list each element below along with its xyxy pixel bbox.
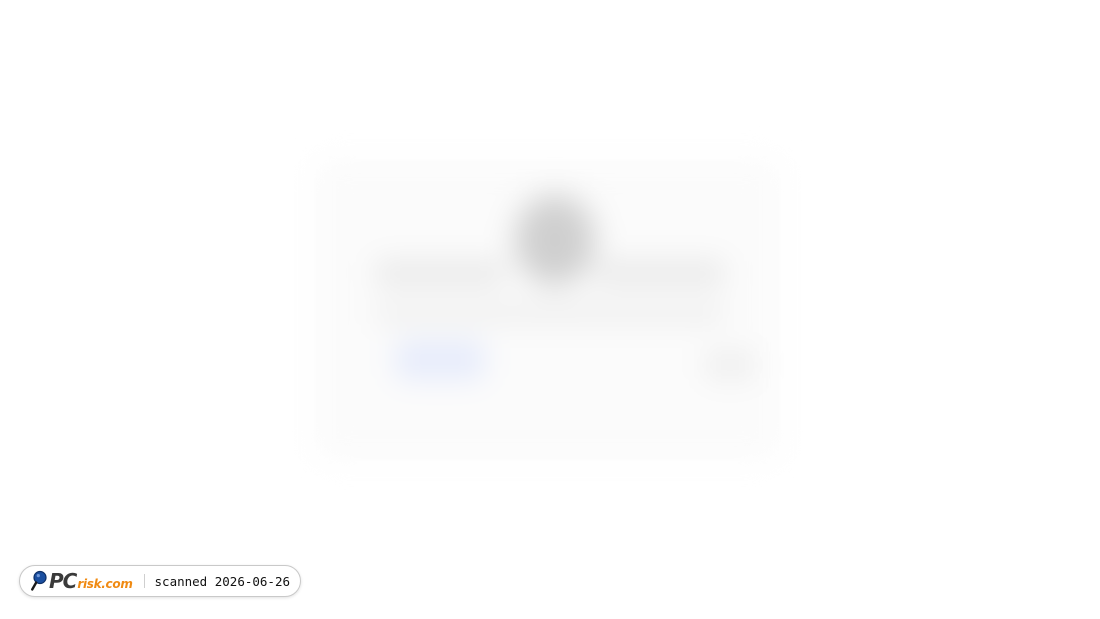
scan-badge: PC risk.com scanned 2026-06-26 bbox=[19, 565, 301, 597]
pcrisk-logo: PC risk.com bbox=[30, 567, 133, 595]
blurred-avatar bbox=[515, 195, 595, 285]
blurred-button bbox=[705, 350, 755, 380]
logo-text-domain: risk.com bbox=[77, 577, 133, 591]
blurred-button bbox=[395, 340, 485, 380]
blurred-text-line bbox=[375, 300, 725, 326]
blurred-text-line bbox=[375, 260, 505, 286]
blurred-text-line bbox=[595, 260, 725, 286]
magnifier-icon bbox=[31, 570, 47, 591]
page-background: PC risk.com scanned 2026-06-26 bbox=[0, 0, 1100, 619]
logo-text-main: PC bbox=[49, 569, 77, 593]
badge-divider bbox=[143, 574, 145, 588]
scan-date-label: scanned 2026-06-26 bbox=[154, 573, 290, 589]
blurred-dialog bbox=[315, 160, 780, 460]
